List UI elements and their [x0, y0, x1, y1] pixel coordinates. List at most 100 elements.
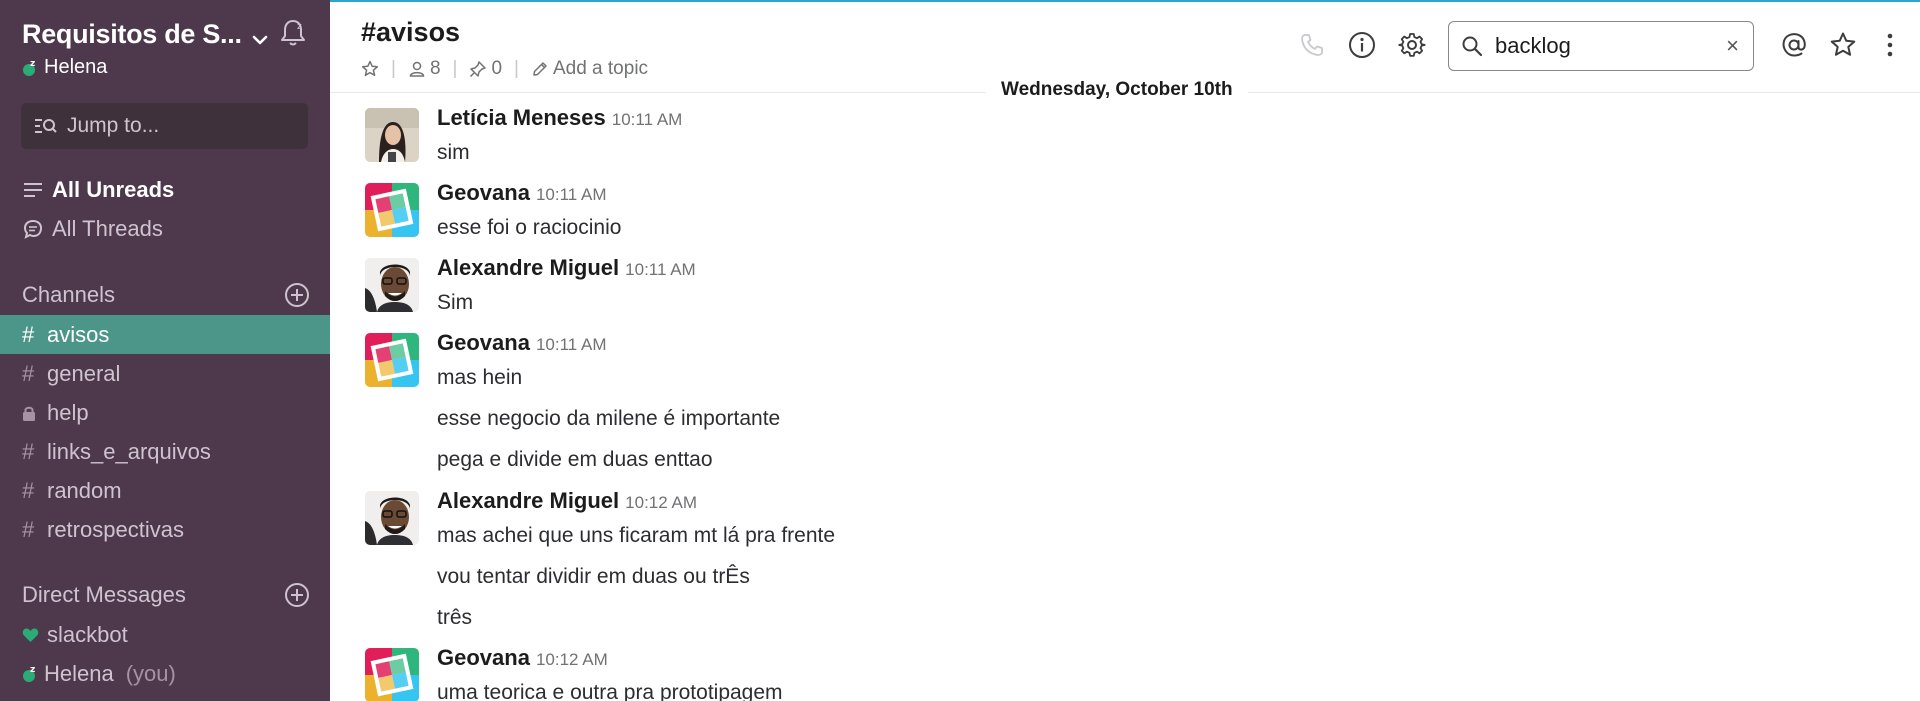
team-header[interactable]: Requisitos de S... z z Helena [22, 16, 312, 79]
message-header: Alexandre Miguel 10:11 AM [437, 255, 696, 281]
message-time[interactable]: 10:12 AM [625, 493, 697, 512]
starred-items-icon[interactable] [1829, 31, 1857, 59]
members-button[interactable]: 8 [408, 58, 441, 80]
pinned-count: 0 [491, 58, 503, 79]
message-text: uma teorica e outra pra prototipagem [437, 681, 783, 701]
message-time[interactable]: 10:12 AM [536, 650, 608, 669]
message-time[interactable]: 10:11 AM [625, 260, 696, 279]
date-divider[interactable]: Wednesday, October 10th [986, 79, 1248, 101]
avatar[interactable] [365, 258, 419, 312]
dm-name: Helena [44, 661, 114, 686]
message-header: Geovana 10:11 AM [437, 180, 607, 206]
clear-search-icon[interactable]: × [1726, 33, 1739, 59]
add-topic-button[interactable]: Add a topic [531, 58, 648, 80]
channel-name: random [47, 477, 122, 503]
star-channel-button[interactable] [361, 60, 379, 78]
gear-icon[interactable] [1398, 31, 1426, 59]
channel-name: help [47, 399, 89, 425]
avatar[interactable] [365, 648, 419, 701]
channels-section-title[interactable]: Channels [22, 282, 115, 308]
all-unreads-label: All Unreads [52, 177, 175, 202]
channel-name: retrospectivas [47, 516, 184, 542]
avatar[interactable] [365, 333, 419, 387]
message-text: pega e divide em duas enttao [437, 448, 713, 471]
channel-hash-icon: # [22, 321, 35, 347]
current-user[interactable]: z Helena [22, 56, 107, 79]
sidebar-item-general[interactable]: # general [0, 354, 330, 393]
message-text: três [437, 606, 473, 629]
sidebar-item-avisos[interactable]: # avisos [0, 315, 330, 354]
sidebar: Requisitos de S... z z Helena Jump to...… [0, 0, 330, 701]
message-header: Letícia Meneses 10:11 AM [437, 105, 682, 131]
message-author[interactable]: Alexandre Miguel [437, 488, 619, 513]
message-author[interactable]: Alexandre Miguel [437, 255, 619, 280]
phone-icon[interactable] [1298, 31, 1326, 59]
sidebar-item-help[interactable]: help [0, 393, 330, 432]
lock-icon [23, 406, 35, 421]
add-topic-label: Add a topic [552, 58, 649, 79]
message-author[interactable]: Geovana [437, 330, 530, 355]
message-author[interactable]: Geovana [437, 180, 530, 205]
dm-you-suffix: (you) [125, 661, 176, 686]
message-header: Geovana 10:12 AM [437, 645, 608, 671]
direct-messages-section-title[interactable]: Direct Messages [22, 582, 186, 608]
add-channel-icon[interactable] [284, 282, 310, 308]
message-text: mas hein [437, 366, 523, 389]
message-author[interactable]: Letícia Meneses [437, 105, 606, 130]
star-icon [361, 60, 379, 77]
search-field[interactable]: backlog × [1448, 21, 1754, 71]
channel-title[interactable]: #avisos [361, 17, 460, 48]
channel-name: general [47, 360, 121, 386]
sidebar-item-retrospectivas[interactable]: # retrospectivas [0, 510, 330, 549]
message-text: esse negocio da milene é importante [437, 407, 781, 430]
sidebar-item-all-unreads[interactable]: All Unreads [22, 177, 174, 203]
channel-hash-icon: # [22, 477, 35, 503]
sidebar-item-random[interactable]: # random [0, 471, 330, 510]
info-icon[interactable] [1348, 31, 1376, 59]
pinned-button[interactable]: 0 [469, 58, 502, 80]
channel-meta: | 8 | 0 | Add a topic [361, 58, 648, 80]
presence-snooze-icon: z [23, 665, 35, 682]
message-time[interactable]: 10:11 AM [536, 335, 607, 354]
message-author[interactable]: Geovana [437, 645, 530, 670]
message-text: vou tentar dividir em duas ou trÊs [437, 565, 750, 588]
message-time[interactable]: 10:11 AM [612, 110, 683, 129]
threads-icon [23, 219, 43, 239]
avatar[interactable] [365, 183, 419, 237]
message-text: sim [437, 141, 470, 164]
more-vertical-icon[interactable] [1876, 31, 1904, 59]
heart-icon [22, 628, 39, 642]
jump-to-button[interactable]: Jump to... [21, 103, 308, 149]
pin-icon [470, 61, 487, 78]
jump-to-label: Jump to... [67, 114, 160, 137]
mentions-icon[interactable] [1780, 31, 1808, 59]
channel-name: avisos [47, 321, 110, 347]
dm-name: slackbot [47, 622, 128, 647]
channel-hash-icon: # [22, 516, 35, 542]
meta-divider: | [391, 58, 396, 79]
meta-divider: | [452, 58, 458, 79]
avatar[interactable] [365, 108, 419, 162]
message-header: Geovana 10:11 AM [437, 330, 607, 356]
channel-hash-icon: # [22, 438, 35, 464]
avatar[interactable] [365, 491, 419, 545]
sidebar-item-dm-slackbot[interactable]: slackbot [22, 622, 128, 648]
member-count: 8 [429, 58, 441, 79]
add-dm-icon[interactable] [284, 582, 310, 608]
channel-view: #avisos | 8 | 0 | Add a topic backlog × … [330, 0, 1920, 701]
channel-name: links_e_arquivos [47, 438, 211, 464]
notification-bell-icon[interactable]: z [276, 16, 310, 50]
message-time[interactable]: 10:11 AM [536, 185, 607, 204]
presence-snooze-icon: z [23, 59, 35, 76]
search-input[interactable]: backlog [1495, 33, 1571, 59]
jump-to-icon [35, 119, 57, 133]
unreads-icon [24, 183, 42, 197]
sidebar-item-dm-helena[interactable]: z Helena (you) [22, 661, 176, 687]
chevron-down-icon[interactable] [250, 30, 270, 50]
message-text: Sim [437, 291, 474, 314]
sidebar-item-all-threads[interactable]: All Threads [22, 216, 163, 242]
sidebar-item-links-e-arquivos[interactable]: # links_e_arquivos [0, 432, 330, 471]
team-name[interactable]: Requisitos de S... [22, 19, 242, 50]
message-text: mas achei que uns ficaram mt lá pra fren… [437, 524, 836, 547]
all-threads-label: All Threads [52, 216, 163, 241]
